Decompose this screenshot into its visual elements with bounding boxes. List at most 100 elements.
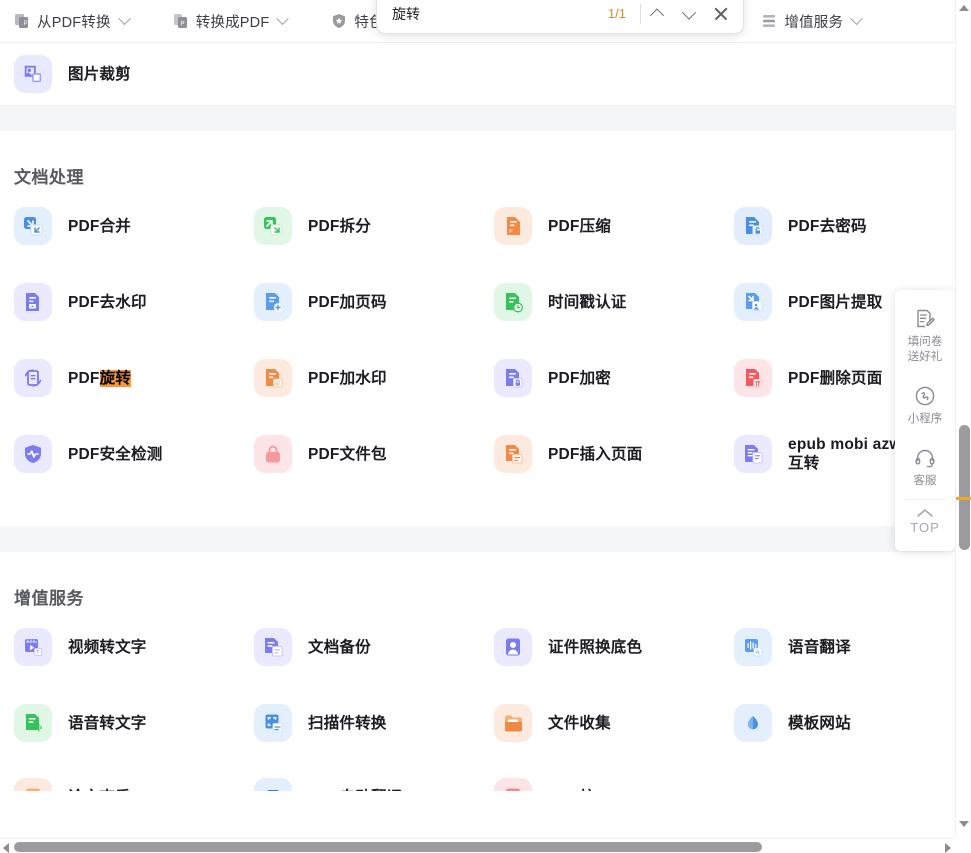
tool-tile[interactable]: 图片裁剪 bbox=[0, 43, 955, 105]
dock-item-support[interactable]: 客服 bbox=[895, 437, 955, 499]
find-close-button[interactable] bbox=[705, 0, 737, 31]
tool-label: 模板网站 bbox=[788, 714, 851, 732]
chevron-up-icon bbox=[649, 7, 665, 22]
page-content: 图片裁剪 文档处理 PDF合并 PDF拆分 P PDF压缩 PDF去密码 PDF… bbox=[0, 43, 955, 841]
section-title: 增值服务 bbox=[14, 589, 84, 608]
tool-label-prefix: PDF bbox=[68, 369, 100, 387]
chevron-down-icon bbox=[117, 11, 131, 25]
voice-to-text-icon bbox=[14, 704, 52, 742]
scroll-down-arrow-icon[interactable] bbox=[959, 821, 969, 831]
dock-label: 填问卷 送好礼 bbox=[907, 336, 943, 363]
browser-viewport: P 从PDF转换 P 转换成PDF 特色转换 与处理 bbox=[0, 0, 971, 853]
svg-text:A: A bbox=[756, 650, 760, 656]
dock-item-survey[interactable]: 填问卷 送好礼 bbox=[895, 298, 955, 375]
scroll-right-arrow-icon[interactable] bbox=[945, 843, 951, 853]
tool-tile-pdf-merge[interactable]: PDF合并 bbox=[14, 188, 254, 264]
horizontal-scrollbar-thumb[interactable] bbox=[14, 842, 762, 852]
chevron-down-icon bbox=[850, 11, 864, 25]
find-in-page-bar: 1/1 bbox=[376, 0, 744, 34]
tool-tile-pdf-encrypt[interactable]: PDF加密 bbox=[494, 340, 734, 416]
tool-tile-pdf-rotate[interactable]: PDF旋转 bbox=[14, 340, 254, 416]
tool-label: PDF加页码 bbox=[308, 293, 387, 311]
tool-label: PDF校но bbox=[548, 788, 615, 792]
tool-tile-voice-to-text[interactable]: 语音转文字 bbox=[14, 685, 254, 761]
tool-label: PDF去密码 bbox=[788, 217, 867, 235]
tool-tile-pdf-remove-watermark[interactable]: PDF去水印 bbox=[14, 264, 254, 340]
tool-label: PDF压缩 bbox=[548, 217, 612, 235]
rotate-icon bbox=[14, 359, 52, 397]
tool-tile-file-collect[interactable]: 文件收集 bbox=[494, 685, 734, 761]
tool-label: PDF自动翻译 bbox=[308, 788, 402, 792]
tool-tile-timestamp-cert[interactable]: 时间戳认证 bbox=[494, 264, 734, 340]
tool-label: PDF插入页面 bbox=[548, 445, 643, 463]
list-lines-icon bbox=[763, 15, 776, 27]
voice-translate-icon: A bbox=[734, 628, 772, 666]
tool-tile-video-to-text[interactable]: T 视频转文字 bbox=[14, 609, 254, 685]
tool-label: 时间戳认证 bbox=[548, 293, 627, 311]
find-previous-button[interactable] bbox=[641, 0, 673, 31]
tool-tile-pdf-security-check[interactable]: PDF安全检测 bbox=[14, 416, 254, 492]
svg-text:T: T bbox=[36, 650, 39, 656]
find-match-marker bbox=[956, 497, 971, 500]
svg-text:P: P bbox=[509, 229, 513, 235]
nav-item-value-added-services[interactable]: 增值服务 bbox=[761, 11, 864, 32]
tool-tile-pdf-remove-password[interactable]: PDF去密码 bbox=[734, 188, 955, 264]
nav-item-convert-to-pdf[interactable]: P 转换成PDF bbox=[173, 11, 290, 32]
tool-tile-pdf-insert-page[interactable]: PDF插入页面 bbox=[494, 416, 734, 492]
scroll-up-arrow-icon[interactable] bbox=[959, 5, 969, 15]
tool-grid-partial: 论文查重 PDF自动翻译 bbox=[0, 761, 955, 791]
tool-tile-scan-convert[interactable]: 扫描件转换 bbox=[254, 685, 494, 761]
doc-backup-icon bbox=[254, 628, 292, 666]
tool-tile-id-photo-bg[interactable]: 证件照换底色 bbox=[494, 609, 734, 685]
tool-tile-plagiarism-check[interactable]: 论文查重 bbox=[14, 761, 254, 791]
scroll-left-arrow-icon[interactable] bbox=[3, 843, 9, 853]
file-collect-icon bbox=[494, 704, 532, 742]
id-photo-icon bbox=[494, 628, 532, 666]
tool-label: PDF去水印 bbox=[68, 293, 147, 311]
find-input[interactable] bbox=[377, 0, 608, 33]
tool-grid: PDF合并 PDF拆分 P PDF压缩 PDF去密码 PDF去水印 PDF加页码… bbox=[0, 188, 955, 492]
vertical-scrollbar[interactable] bbox=[955, 0, 971, 853]
timestamp-icon bbox=[494, 283, 532, 321]
find-next-button[interactable] bbox=[673, 0, 705, 31]
tool-tile-voice-translate[interactable]: A 语音翻译 bbox=[734, 609, 955, 685]
tool-label: PDF合并 bbox=[68, 217, 132, 235]
dock-item-miniprogram[interactable]: 小程序 bbox=[895, 375, 955, 437]
tool-label: 论文查重 bbox=[68, 788, 131, 792]
dock-item-back-to-top[interactable]: TOP bbox=[895, 500, 955, 545]
pdf-convert-to-icon: P bbox=[173, 14, 187, 28]
tool-tile-pdf-portfolio[interactable]: PDF文件包 bbox=[254, 416, 494, 492]
plagiarism-check-icon bbox=[14, 778, 52, 791]
pdf-edit-icon bbox=[494, 778, 532, 791]
remove-watermark-icon bbox=[14, 283, 52, 321]
tool-grid: T 视频转文字 文档备份 证件照换底色 A 语音翻译 语音转文字 扫描件转换 文… bbox=[0, 609, 955, 761]
tool-tile-pdf-edit[interactable]: PDF校но bbox=[494, 761, 734, 791]
delete-page-icon bbox=[734, 359, 772, 397]
page-number-icon bbox=[254, 283, 292, 321]
partial-top-row: 图片裁剪 bbox=[0, 43, 955, 105]
video-to-text-icon: T bbox=[14, 628, 52, 666]
miniprogram-icon bbox=[915, 386, 935, 406]
dock-label: 客服 bbox=[913, 475, 937, 487]
tool-tile-doc-backup[interactable]: 文档备份 bbox=[254, 609, 494, 685]
floating-side-dock: 填问卷 送好礼 小程序 客服 TOP bbox=[895, 290, 955, 551]
nav-label: 增值服务 bbox=[784, 14, 844, 31]
tool-label: PDF加水印 bbox=[308, 369, 387, 387]
compress-icon: P bbox=[494, 207, 532, 245]
pdf-convert-from-icon: P bbox=[15, 14, 28, 28]
tool-tile-pdf-compress[interactable]: P PDF压缩 bbox=[494, 188, 734, 264]
horizontal-scrollbar[interactable] bbox=[0, 838, 971, 853]
nav-item-convert-from-pdf[interactable]: P 从PDF转换 bbox=[14, 11, 131, 32]
dock-top-label: TOP bbox=[910, 520, 940, 535]
close-icon bbox=[714, 7, 728, 21]
tool-tile-pdf-add-page-number[interactable]: PDF加页码 bbox=[254, 264, 494, 340]
tool-tile-pdf-auto-translate[interactable]: PDF自动翻译 bbox=[254, 761, 494, 791]
tool-tile-pdf-add-watermark[interactable]: 印 PDF加水印 bbox=[254, 340, 494, 416]
vertical-scrollbar-thumb[interactable] bbox=[959, 425, 970, 550]
tool-label: PDF图片提取 bbox=[788, 293, 883, 311]
ebook-convert-icon bbox=[734, 435, 772, 473]
tool-tile-template-site[interactable]: 模板网站 bbox=[734, 685, 955, 761]
tool-label: 证件照换底色 bbox=[548, 638, 643, 656]
insert-page-icon bbox=[494, 435, 532, 473]
tool-tile-pdf-split[interactable]: PDF拆分 bbox=[254, 188, 494, 264]
